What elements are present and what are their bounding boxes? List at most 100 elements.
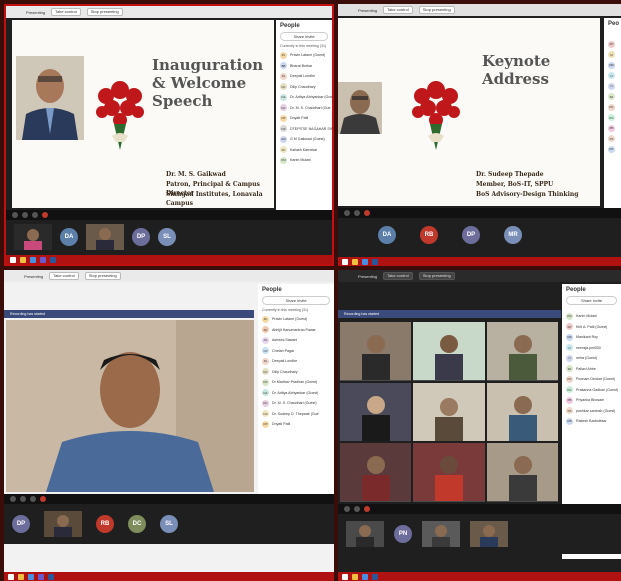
participant-video-tile[interactable] <box>486 443 558 502</box>
take-control-button[interactable]: Take control <box>383 272 413 280</box>
share-icon[interactable] <box>32 212 38 218</box>
participant-row[interactable]: BB Bharat Borkar <box>276 61 332 72</box>
participant-row[interactable]: DA Dr. Aditya Abhyankar (Gue <box>276 92 332 103</box>
start-icon[interactable] <box>10 256 16 263</box>
participant-row[interactable]: DP Dr Madhav Pradhan (Guest) <box>258 377 334 388</box>
participant-row[interactable]: DP Dnyati Patil <box>276 113 332 124</box>
take-control-button[interactable]: Take control <box>49 272 79 280</box>
participant-row[interactable]: RB Rakesh Badodekar <box>562 416 621 427</box>
participant-row[interactable]: PG <box>604 113 621 124</box>
share-invite-button[interactable]: Share invite <box>262 296 330 305</box>
folder-icon[interactable] <box>20 256 26 263</box>
participant-avatar[interactable]: DC <box>128 515 146 533</box>
leave-call-icon[interactable] <box>364 506 370 512</box>
participant-video-tile[interactable] <box>413 443 485 502</box>
participant-row[interactable]: KP Kirti A. Patil (Guest) <box>562 322 621 333</box>
camera-icon[interactable] <box>354 210 360 216</box>
participant-row[interactable]: KK Kailash Karnekar <box>276 145 332 156</box>
leave-call-icon[interactable] <box>40 496 46 502</box>
participant-row[interactable]: PS <box>604 134 621 145</box>
participant-avatar[interactable]: SL <box>158 228 176 246</box>
participant-row[interactable]: CP Chetan Pagar <box>258 346 334 357</box>
participant-video-tile[interactable] <box>86 224 124 250</box>
participant-row[interactable]: DC Dr. M. S. Chaudhari (Gue <box>276 103 332 114</box>
participant-avatar[interactable]: DA <box>378 226 396 244</box>
participant-row[interactable]: PL Pravin Latane (Guest) <box>276 50 332 61</box>
participant-row[interactable]: MR <box>604 60 621 71</box>
mic-icon[interactable] <box>10 496 16 502</box>
participant-row[interactable]: PS pushkar santosh (Guest) <box>562 406 621 417</box>
participant-row[interactable]: KM Karim Mulani <box>276 155 332 166</box>
participant-row[interactable]: PG Prasanna Gadkari (Guest) <box>562 385 621 396</box>
stop-presenting-button[interactable]: Stop presenting <box>418 6 455 14</box>
participant-row[interactable]: PB Priyanka Bhosale <box>562 395 621 406</box>
participant-avatar[interactable]: RB <box>96 515 114 533</box>
participant-row[interactable]: MR Manikant Roy <box>562 332 621 343</box>
camera-icon[interactable] <box>354 506 360 512</box>
participant-video-tile[interactable] <box>340 443 412 502</box>
participant-row[interactable]: N <box>604 71 621 82</box>
participant-row[interactable]: PA <box>604 92 621 103</box>
folder-icon[interactable] <box>352 573 358 580</box>
participant-row[interactable]: AS Ashwini Sawant <box>258 335 334 346</box>
word-icon[interactable] <box>372 258 378 265</box>
participant-avatar[interactable]: DP <box>12 515 30 533</box>
participant-row[interactable]: PB <box>604 123 621 134</box>
participant-row[interactable]: PA Pallavi Ahire <box>562 364 621 375</box>
participant-avatar[interactable]: RB <box>420 226 438 244</box>
participant-avatar[interactable]: PN <box>394 525 412 543</box>
participant-video-tile[interactable] <box>422 521 460 547</box>
participant-row[interactable]: DS Dr. Sudeep D. Thepade (Gue <box>258 409 334 420</box>
participant-video-tile[interactable] <box>470 521 508 547</box>
participant-video-tile[interactable] <box>486 382 558 442</box>
camera-icon[interactable] <box>22 212 28 218</box>
participant-row[interactable]: N <box>604 81 621 92</box>
folder-icon[interactable] <box>18 573 24 580</box>
participant-row[interactable]: DC Dr. M. S. Chaudhari (Guest) <box>258 398 334 409</box>
participant-row[interactable]: GM G M Gaikwad (Guest) <box>276 134 332 145</box>
mic-icon[interactable] <box>12 212 18 218</box>
participant-avatar[interactable]: SL <box>160 515 178 533</box>
participant-row[interactable]: Nneha (Guest) <box>562 353 621 364</box>
share-invite-button[interactable]: Share invite <box>566 296 617 305</box>
participant-row[interactable]: DSDTEPITSE NAGAHAR SINGH <box>276 124 332 135</box>
participant-avatar[interactable]: DA <box>60 228 78 246</box>
participant-row[interactable]: PD Poonam Deokar (Guest) <box>562 374 621 385</box>
participant-row[interactable]: KM Karim Mulani <box>562 311 621 322</box>
participant-row[interactable]: DL Deepali Londhe <box>258 356 334 367</box>
participant-video-tile[interactable] <box>14 224 52 250</box>
browser-icon[interactable] <box>30 256 36 263</box>
word-icon[interactable] <box>50 256 56 263</box>
share-icon[interactable] <box>30 496 36 502</box>
take-control-button[interactable]: Take control <box>383 6 413 14</box>
participant-row[interactable]: DP Dnyati Patil <box>258 419 334 430</box>
word-icon[interactable] <box>48 573 54 580</box>
leave-call-icon[interactable] <box>364 210 370 216</box>
participant-video-tile[interactable] <box>486 322 558 381</box>
participant-video-tile[interactable] <box>346 521 384 547</box>
browser-icon[interactable] <box>28 573 34 580</box>
participant-row[interactable]: M <box>604 50 621 61</box>
participant-video-tile[interactable] <box>413 322 485 381</box>
teams-icon[interactable] <box>38 573 44 580</box>
participant-video-tile[interactable] <box>340 322 412 381</box>
start-icon[interactable] <box>342 573 348 580</box>
start-icon[interactable] <box>342 258 348 265</box>
participant-avatar[interactable]: DP <box>462 226 480 244</box>
take-control-button[interactable]: Take control <box>51 8 81 16</box>
share-invite-button[interactable]: Share invite <box>280 32 328 41</box>
mic-icon[interactable] <box>344 210 350 216</box>
participant-video-tile[interactable] <box>413 382 485 442</box>
stop-presenting-button[interactable]: Stop presenting <box>86 8 123 16</box>
leave-call-icon[interactable] <box>42 212 48 218</box>
folder-icon[interactable] <box>352 258 358 265</box>
participant-row[interactable]: RP <box>604 144 621 155</box>
stop-presenting-button[interactable]: Stop presenting <box>84 272 121 280</box>
camera-icon[interactable] <box>20 496 26 502</box>
participant-row[interactable]: DA Dr. Aditya Abhyankar (Guest) <box>258 388 334 399</box>
word-icon[interactable] <box>372 573 378 580</box>
participant-row[interactable]: Nneeraja.pml300 <box>562 343 621 354</box>
browser-icon[interactable] <box>362 573 368 580</box>
participant-avatar[interactable]: DP <box>132 228 150 246</box>
participant-row[interactable]: DC Dilip Chaudhary <box>258 367 334 378</box>
